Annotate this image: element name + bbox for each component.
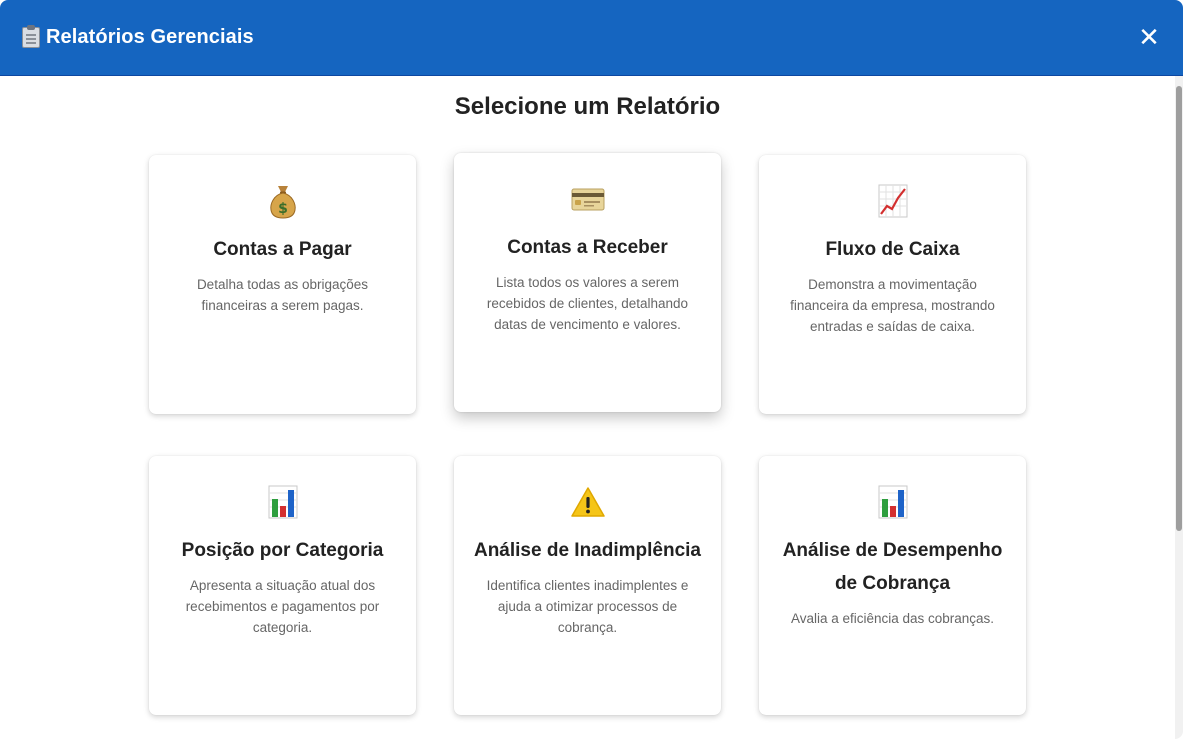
dialog-header: Relatórios Gerenciais ✕ [0,0,1183,76]
reports-dialog: Relatórios Gerenciais ✕ Selecione um Rel… [0,0,1183,739]
dialog-title: Relatórios Gerenciais [46,26,254,48]
report-card-posicao-por-categoria[interactable]: Posição por Categoria Apresenta a situaç… [149,456,416,715]
bar-chart-icon [759,482,1026,522]
page-title: Selecione um Relatório [454,93,721,120]
money-bag-icon: $ [149,181,416,221]
card-title: Análise de Desempenho de Cobrança [782,540,1003,594]
card-description: Detalha todas as obrigações financeiras … [196,277,369,313]
credit-card-icon [454,179,721,219]
card-description: Lista todos os valores a serem recebidos… [486,275,689,332]
card-title: Posição por Categoria [181,540,384,561]
clipboard-icon [22,25,40,48]
report-card-analise-de-desempenho-de-cobranca[interactable]: Análise de Desempenho de Cobrança Avalia… [759,456,1026,715]
warning-icon [454,482,721,522]
card-title: Fluxo de Caixa [825,239,960,260]
close-button[interactable]: ✕ [1131,20,1167,56]
report-card-analise-de-inadimplencia[interactable]: Análise de Inadimplência Identifica clie… [454,456,721,715]
bar-chart-icon [149,482,416,522]
card-title: Contas a Receber [507,237,668,258]
report-card-contas-a-receber[interactable]: Contas a Receber Lista todos os valores … [454,153,721,412]
report-card-contas-a-pagar[interactable]: $ Contas a Pagar Detalha todas as obriga… [149,155,416,414]
vertical-scrollbar[interactable] [1175,76,1183,739]
card-title: Análise de Inadimplência [473,540,702,561]
dialog-content: Selecione um Relatório $ Contas a Pagar … [0,76,1175,739]
card-description: Demonstra a movimentação financeira da e… [790,277,995,334]
svg-text:$: $ [278,201,288,217]
scrollbar-thumb[interactable] [1176,86,1182,531]
card-description: Identifica clientes inadimplentes e ajud… [486,578,689,635]
header-title-group: Relatórios Gerenciais [22,25,254,49]
close-icon: ✕ [1138,22,1160,52]
report-card-fluxo-de-caixa[interactable]: Fluxo de Caixa Demonstra a movimentação … [759,155,1026,414]
card-title: Contas a Pagar [213,239,352,260]
card-description: Apresenta a situação atual dos recebimen… [185,578,380,635]
chart-increasing-icon [759,181,1026,221]
card-description: Avalia a eficiência das cobranças. [790,611,995,626]
